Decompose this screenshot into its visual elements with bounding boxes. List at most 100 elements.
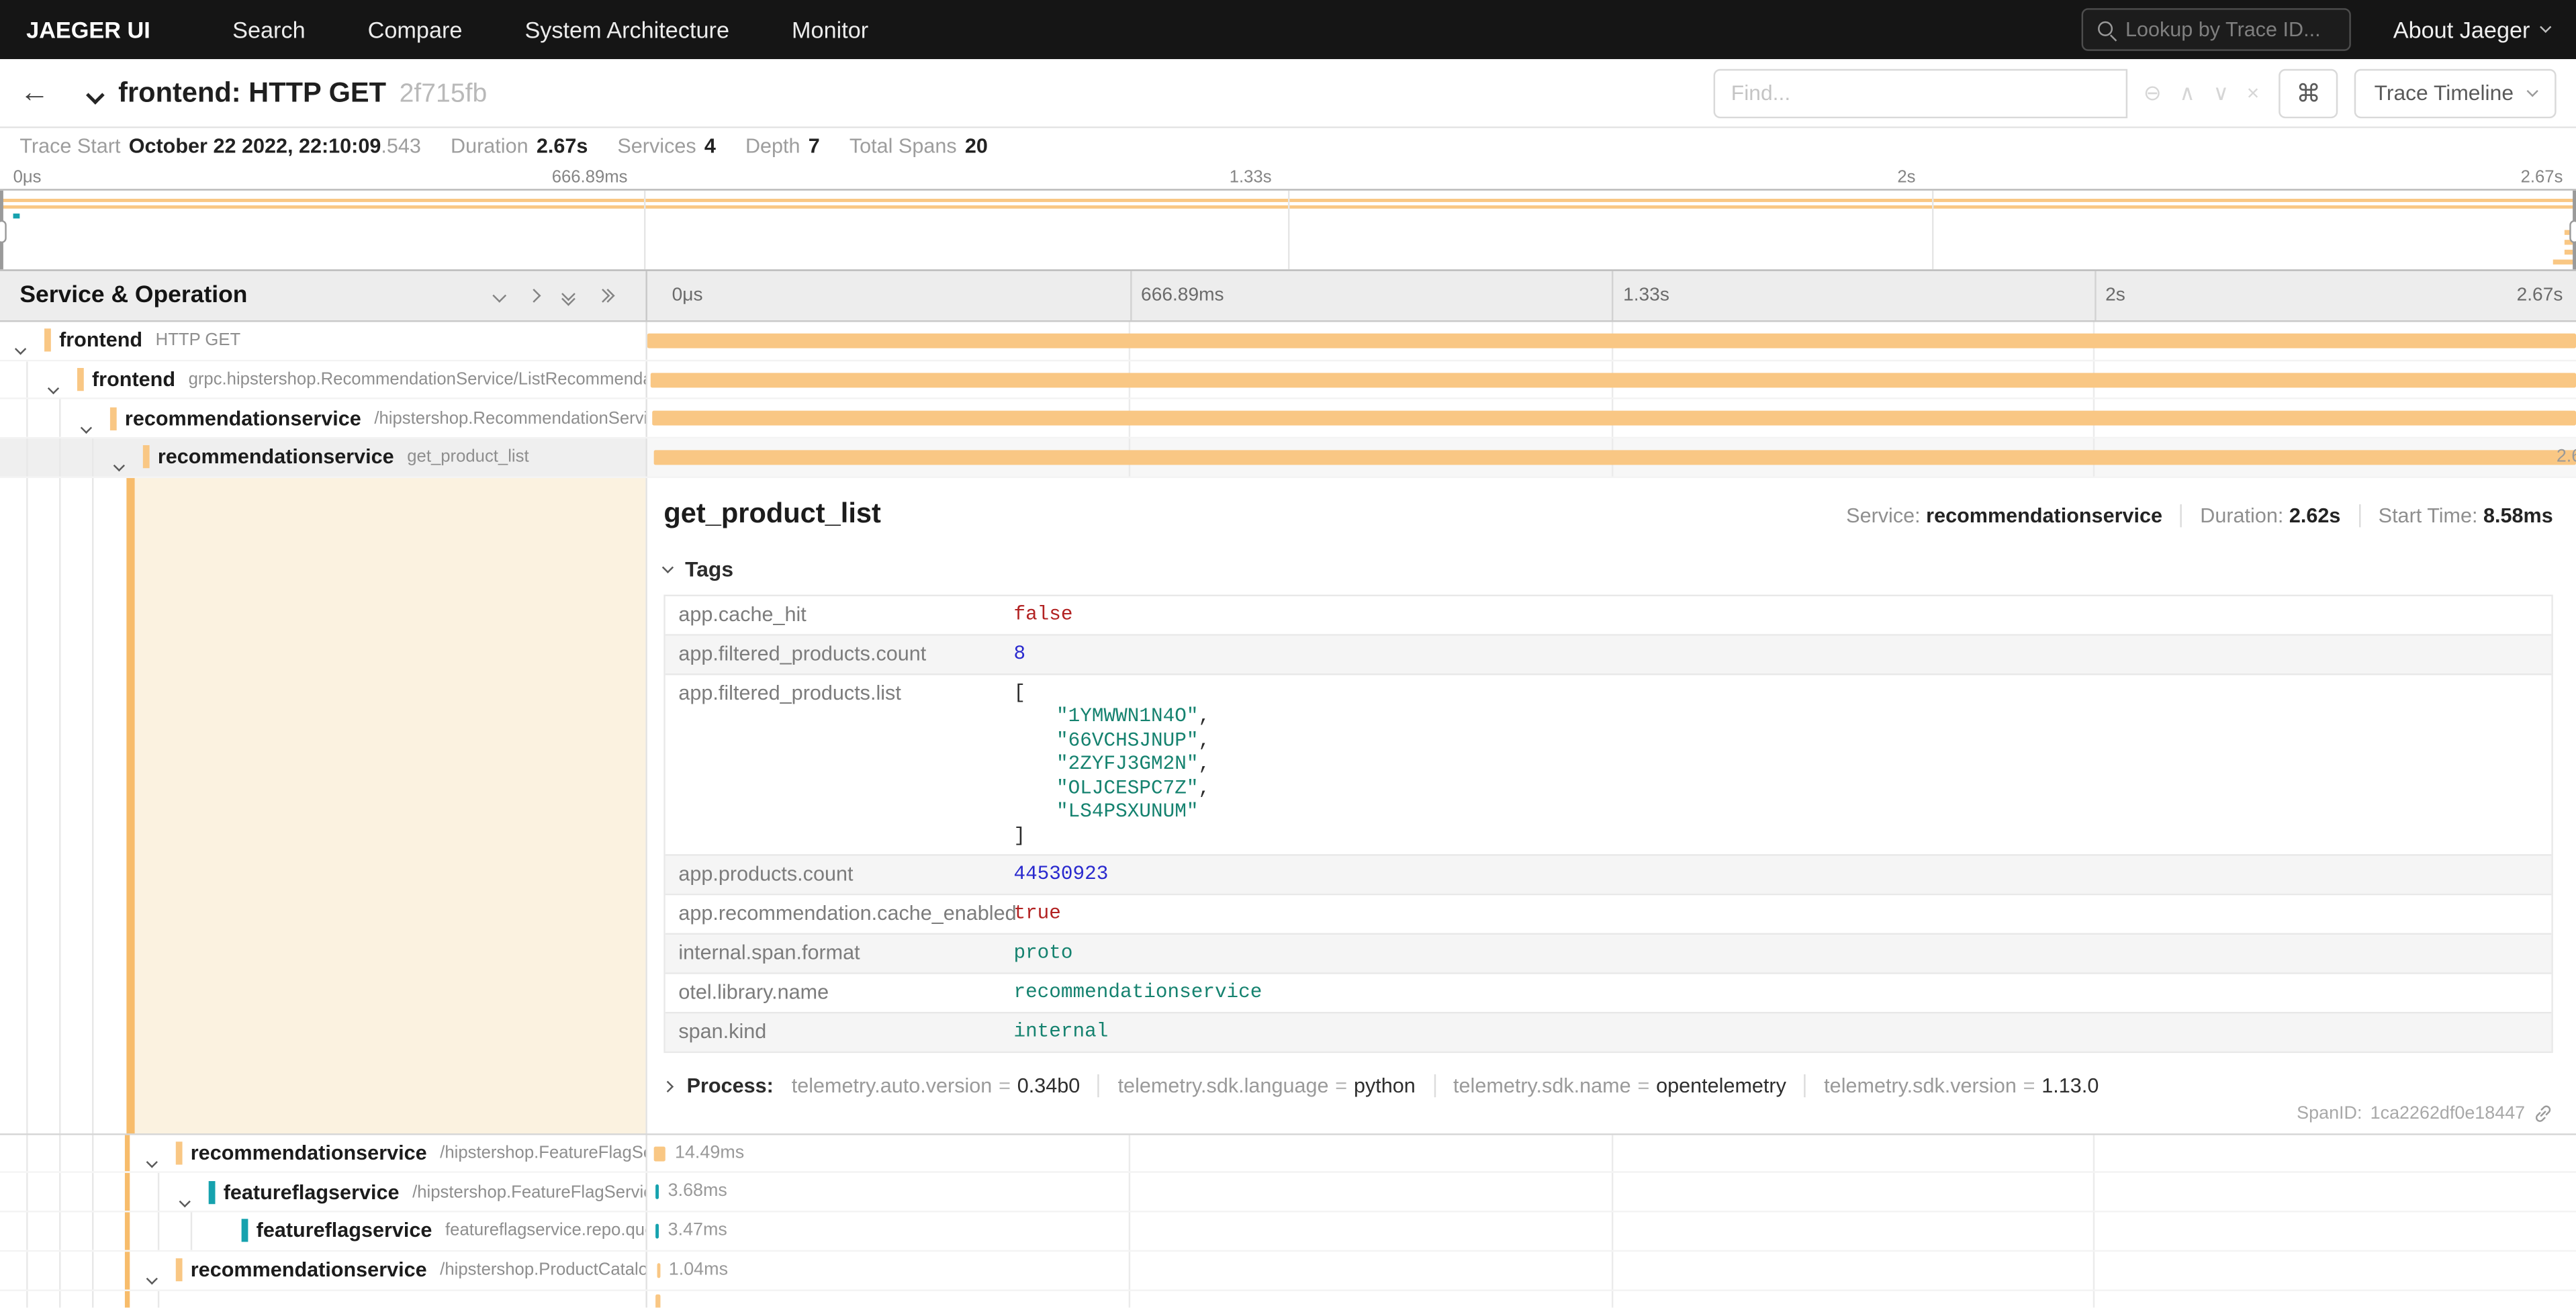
nav-item-monitor[interactable]: Monitor (792, 16, 868, 42)
span-timeline-cell[interactable]: 3.47ms (647, 1213, 2576, 1250)
service-name: frontend (44, 329, 142, 352)
find-input[interactable] (1713, 68, 2127, 118)
tag-row[interactable]: app.products.count44530923 (665, 856, 2552, 896)
span-bar[interactable] (655, 1185, 659, 1200)
about-jaeger-menu[interactable]: About Jaeger (2393, 16, 2550, 42)
tag-value: true (1001, 896, 2551, 933)
span-row[interactable]: recommendationserviceget_product_list2.6… (0, 438, 2576, 477)
tag-row[interactable]: app.filtered_products.list["1YMWWN1N4O",… (665, 675, 2552, 856)
span-bar[interactable] (653, 450, 2576, 465)
close-icon[interactable]: × (2247, 81, 2260, 105)
span-bar[interactable] (652, 412, 2576, 426)
span-timeline-cell[interactable] (647, 361, 2576, 398)
span-timeline-cell[interactable] (647, 1291, 2576, 1308)
tag-value: internal (1001, 1014, 2551, 1052)
circled-minus-icon[interactable]: ⊖ (2144, 80, 2162, 106)
span-row[interactable]: frontendHTTP GET (0, 322, 2576, 361)
chevron-up-icon[interactable]: ∧ (2179, 80, 2195, 106)
span-row[interactable]: featureflagservicefeatureflagservice.rep… (0, 1213, 2576, 1252)
tree-guide (158, 1213, 159, 1250)
operation-name: /hipstershop.FeatureFlagService… (440, 1143, 647, 1163)
back-button[interactable]: ← (19, 76, 75, 110)
tag-row[interactable]: span.kindinternal (665, 1014, 2552, 1052)
minimap-right-handle[interactable] (2573, 191, 2576, 269)
span-bar[interactable] (655, 1294, 661, 1308)
tag-row[interactable]: app.recommendation.cache_enabledtrue (665, 896, 2552, 935)
span-timeline-cell[interactable]: 1.04ms (647, 1252, 2576, 1289)
span-toggle-icon[interactable] (148, 1262, 156, 1289)
span-name-cell[interactable]: frontendgrpc.hipstershop.RecommendationS… (0, 361, 647, 398)
collapse-trace-icon[interactable] (86, 85, 105, 104)
span-row[interactable]: recommendationservice/hipstershop.Featur… (0, 1135, 2576, 1174)
trace-header: ← frontend: HTTP GET2f715fb ⊖∧∨× ⌘ Trace… (0, 59, 2576, 128)
process-item: telemetry.sdk.language=python (1098, 1075, 1416, 1098)
span-name-cell[interactable]: frontendHTTP GET (0, 322, 647, 360)
trace-minimap[interactable] (0, 189, 2576, 271)
span-timeline-cell[interactable]: 3.68ms (647, 1174, 2576, 1211)
keyboard-shortcuts-button[interactable]: ⌘ (2279, 68, 2338, 118)
span-bar[interactable] (650, 373, 2576, 387)
nav-item-system-architecture[interactable]: System Architecture (524, 16, 729, 42)
tag-row[interactable]: otel.library.namerecommendationservice (665, 974, 2552, 1014)
span-timeline-cell[interactable] (647, 400, 2576, 437)
span-timeline-cell[interactable]: 14.49ms (647, 1135, 2576, 1172)
search-icon (2096, 19, 2115, 39)
tag-row[interactable]: app.cache_hitfalse (665, 596, 2552, 635)
span-toggle-icon[interactable] (115, 449, 123, 476)
trace-lookup-input[interactable] (2125, 18, 2336, 41)
span-bar[interactable] (655, 1224, 659, 1239)
process-accordion-toggle[interactable]: Process: telemetry.auto.version=0.34b0te… (663, 1075, 2552, 1098)
span-duration-label: 14.49ms (675, 1143, 744, 1162)
collapse-all-icon[interactable] (563, 288, 573, 303)
span-name-cell[interactable]: recommendationserviceget_product_list (0, 438, 647, 476)
span-name-cell[interactable]: recommendationservice/hipstershop.Produc… (0, 1252, 647, 1289)
collapse-one-icon[interactable] (494, 291, 504, 301)
span-toggle-icon[interactable] (82, 410, 90, 437)
tag-row[interactable]: internal.span.formatproto (665, 935, 2552, 975)
span-row-partial[interactable] (0, 1291, 2576, 1308)
span-name-cell[interactable]: recommendationservice/hipstershop.Recomm… (0, 400, 647, 437)
span-bar[interactable] (655, 1146, 665, 1161)
span-id: SpanID: 1ca2262df0e18447 (2297, 1103, 2553, 1123)
tags-accordion-toggle[interactable]: Tags (663, 557, 2552, 581)
span-row[interactable]: recommendationservice/hipstershop.Produc… (0, 1252, 2576, 1291)
tree-guide (26, 361, 28, 398)
trace-view-select[interactable]: Trace Timeline (2354, 68, 2556, 118)
service-name: featureflagservice (242, 1219, 432, 1242)
span-toggle-icon[interactable] (49, 371, 57, 398)
operation-name: grpc.hipstershop.RecommendationService/L… (189, 370, 647, 389)
span-name-cell[interactable] (0, 1291, 647, 1308)
span-name: featureflagservicefeatureflagservice.rep… (242, 1213, 647, 1250)
span-bar[interactable] (658, 1263, 661, 1278)
link-icon[interactable] (2533, 1103, 2552, 1123)
expand-one-icon[interactable] (529, 291, 539, 301)
nav-item-search[interactable]: Search (232, 16, 306, 42)
span-row[interactable]: recommendationservice/hipstershop.Recomm… (0, 400, 2576, 438)
app-logo[interactable]: JAEGER UI (26, 16, 150, 42)
tag-key: span.kind (665, 1014, 1001, 1052)
span-toggle-icon[interactable] (148, 1145, 156, 1172)
minimap-left-handle[interactable] (0, 191, 3, 269)
span-toggle-icon[interactable] (181, 1184, 189, 1211)
trace-meta-item: Services4 (617, 135, 716, 158)
tag-value: proto (1001, 935, 2551, 973)
tree-guide (26, 477, 28, 1133)
span-row[interactable]: featureflagservice/hipstershop.FeatureFl… (0, 1174, 2576, 1213)
trace-lookup-box[interactable] (2081, 8, 2350, 51)
tag-row[interactable]: app.filtered_products.count8 (665, 635, 2552, 675)
expand-all-icon[interactable] (598, 291, 613, 301)
span-name-cell[interactable]: recommendationservice/hipstershop.Featur… (0, 1135, 647, 1172)
span-name-cell[interactable]: featureflagservice/hipstershop.FeatureFl… (0, 1174, 647, 1211)
time-tick-label: 2.67s (2517, 286, 2563, 306)
tree-guide (26, 438, 28, 476)
span-rows: frontendHTTP GETfrontendgrpc.hipstershop… (0, 322, 2576, 1308)
span-name-cell[interactable]: featureflagservicefeatureflagservice.rep… (0, 1213, 647, 1250)
span-toggle-icon[interactable] (16, 332, 24, 359)
chevron-down-icon[interactable]: ∨ (2213, 80, 2229, 106)
span-timeline-cell[interactable] (647, 322, 2576, 360)
span-bar[interactable] (647, 334, 2576, 348)
nav-item-compare[interactable]: Compare (368, 16, 463, 42)
span-timeline-cell[interactable]: 2.62s (647, 438, 2576, 476)
span-row[interactable]: frontendgrpc.hipstershop.RecommendationS… (0, 361, 2576, 400)
time-tick-label: 1.33s (1612, 286, 1669, 306)
